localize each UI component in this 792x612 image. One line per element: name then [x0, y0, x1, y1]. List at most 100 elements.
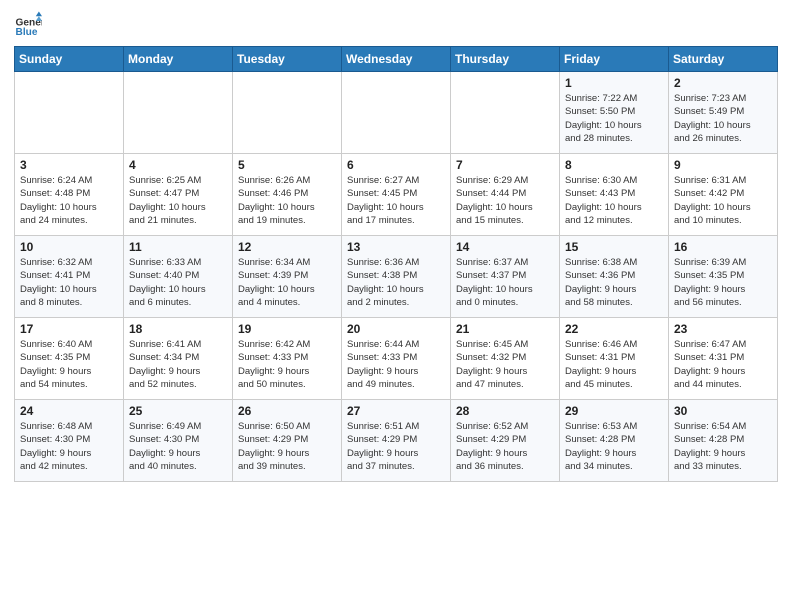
- day-info: Sunrise: 6:50 AM Sunset: 4:29 PM Dayligh…: [238, 420, 337, 473]
- day-cell: [15, 72, 124, 154]
- day-number: 23: [674, 322, 773, 336]
- day-info: Sunrise: 6:46 AM Sunset: 4:31 PM Dayligh…: [565, 338, 664, 391]
- svg-text:Blue: Blue: [16, 27, 38, 38]
- day-info: Sunrise: 7:22 AM Sunset: 5:50 PM Dayligh…: [565, 92, 664, 145]
- day-number: 28: [456, 404, 555, 418]
- day-info: Sunrise: 6:42 AM Sunset: 4:33 PM Dayligh…: [238, 338, 337, 391]
- day-cell: 5 Sunrise: 6:26 AM Sunset: 4:46 PM Daylig…: [233, 154, 342, 236]
- col-header-monday: Monday: [124, 47, 233, 72]
- day-cell: 23 Sunrise: 6:47 AM Sunset: 4:31 PM Dayli…: [669, 318, 778, 400]
- day-cell: 25 Sunrise: 6:49 AM Sunset: 4:30 PM Dayli…: [124, 400, 233, 482]
- day-number: 12: [238, 240, 337, 254]
- day-info: Sunrise: 6:52 AM Sunset: 4:29 PM Dayligh…: [456, 420, 555, 473]
- page: General Blue SundayMondayTuesdayWednesda…: [0, 0, 792, 612]
- day-info: Sunrise: 6:25 AM Sunset: 4:47 PM Dayligh…: [129, 174, 228, 227]
- header-row: SundayMondayTuesdayWednesdayThursdayFrid…: [15, 47, 778, 72]
- col-header-thursday: Thursday: [451, 47, 560, 72]
- day-info: Sunrise: 6:39 AM Sunset: 4:35 PM Dayligh…: [674, 256, 773, 309]
- day-number: 19: [238, 322, 337, 336]
- logo-icon: General Blue: [14, 10, 42, 38]
- day-cell: 10Sunrise: 6:32 AM Sunset: 4:41 PM Dayli…: [15, 236, 124, 318]
- col-header-friday: Friday: [560, 47, 669, 72]
- day-info: Sunrise: 6:38 AM Sunset: 4:36 PM Dayligh…: [565, 256, 664, 309]
- day-cell: 19 Sunrise: 6:42 AM Sunset: 4:33 PM Dayli…: [233, 318, 342, 400]
- col-header-saturday: Saturday: [669, 47, 778, 72]
- day-info: Sunrise: 6:30 AM Sunset: 4:43 PM Dayligh…: [565, 174, 664, 227]
- day-info: Sunrise: 6:40 AM Sunset: 4:35 PM Dayligh…: [20, 338, 119, 391]
- day-cell: 16 Sunrise: 6:39 AM Sunset: 4:35 PM Dayli…: [669, 236, 778, 318]
- day-number: 18: [129, 322, 228, 336]
- day-number: 1: [565, 76, 664, 90]
- day-number: 3: [20, 158, 119, 172]
- calendar-table: SundayMondayTuesdayWednesdayThursdayFrid…: [14, 46, 778, 482]
- day-number: 25: [129, 404, 228, 418]
- day-info: Sunrise: 6:36 AM Sunset: 4:38 PM Dayligh…: [347, 256, 446, 309]
- day-number: 14: [456, 240, 555, 254]
- day-number: 24: [20, 404, 119, 418]
- day-info: Sunrise: 6:53 AM Sunset: 4:28 PM Dayligh…: [565, 420, 664, 473]
- col-header-sunday: Sunday: [15, 47, 124, 72]
- day-cell: 8 Sunrise: 6:30 AM Sunset: 4:43 PM Daylig…: [560, 154, 669, 236]
- day-cell: 2Sunrise: 7:23 AM Sunset: 5:49 PM Daylig…: [669, 72, 778, 154]
- day-info: Sunrise: 6:32 AM Sunset: 4:41 PM Dayligh…: [20, 256, 119, 309]
- day-number: 5: [238, 158, 337, 172]
- day-info: Sunrise: 6:37 AM Sunset: 4:37 PM Dayligh…: [456, 256, 555, 309]
- day-number: 8: [565, 158, 664, 172]
- day-info: Sunrise: 6:26 AM Sunset: 4:46 PM Dayligh…: [238, 174, 337, 227]
- day-cell: 18 Sunrise: 6:41 AM Sunset: 4:34 PM Dayli…: [124, 318, 233, 400]
- day-number: 7: [456, 158, 555, 172]
- day-number: 27: [347, 404, 446, 418]
- day-info: Sunrise: 6:49 AM Sunset: 4:30 PM Dayligh…: [129, 420, 228, 473]
- week-row-5: 24 Sunrise: 6:48 AM Sunset: 4:30 PM Dayli…: [15, 400, 778, 482]
- day-info: Sunrise: 6:51 AM Sunset: 4:29 PM Dayligh…: [347, 420, 446, 473]
- day-cell: 22 Sunrise: 6:46 AM Sunset: 4:31 PM Dayli…: [560, 318, 669, 400]
- day-info: Sunrise: 6:47 AM Sunset: 4:31 PM Dayligh…: [674, 338, 773, 391]
- week-row-1: 1 Sunrise: 7:22 AM Sunset: 5:50 PM Daylig…: [15, 72, 778, 154]
- day-info: Sunrise: 6:41 AM Sunset: 4:34 PM Dayligh…: [129, 338, 228, 391]
- day-number: 26: [238, 404, 337, 418]
- day-cell: [233, 72, 342, 154]
- week-row-4: 17 Sunrise: 6:40 AM Sunset: 4:35 PM Dayli…: [15, 318, 778, 400]
- day-cell: [342, 72, 451, 154]
- day-cell: 24 Sunrise: 6:48 AM Sunset: 4:30 PM Dayli…: [15, 400, 124, 482]
- day-cell: 15 Sunrise: 6:38 AM Sunset: 4:36 PM Dayli…: [560, 236, 669, 318]
- day-number: 6: [347, 158, 446, 172]
- day-cell: 14 Sunrise: 6:37 AM Sunset: 4:37 PM Dayli…: [451, 236, 560, 318]
- day-number: 17: [20, 322, 119, 336]
- day-cell: 27 Sunrise: 6:51 AM Sunset: 4:29 PM Dayli…: [342, 400, 451, 482]
- day-cell: 1 Sunrise: 7:22 AM Sunset: 5:50 PM Daylig…: [560, 72, 669, 154]
- day-cell: 12 Sunrise: 6:34 AM Sunset: 4:39 PM Dayli…: [233, 236, 342, 318]
- day-info: Sunrise: 6:34 AM Sunset: 4:39 PM Dayligh…: [238, 256, 337, 309]
- day-cell: 21Sunrise: 6:45 AM Sunset: 4:32 PM Dayli…: [451, 318, 560, 400]
- day-number: 21: [456, 322, 555, 336]
- week-row-3: 10Sunrise: 6:32 AM Sunset: 4:41 PM Dayli…: [15, 236, 778, 318]
- day-cell: 9 Sunrise: 6:31 AM Sunset: 4:42 PM Daylig…: [669, 154, 778, 236]
- logo: General Blue: [14, 10, 46, 38]
- day-number: 16: [674, 240, 773, 254]
- day-cell: 17 Sunrise: 6:40 AM Sunset: 4:35 PM Dayli…: [15, 318, 124, 400]
- day-cell: 30Sunrise: 6:54 AM Sunset: 4:28 PM Dayli…: [669, 400, 778, 482]
- day-cell: 13Sunrise: 6:36 AM Sunset: 4:38 PM Dayli…: [342, 236, 451, 318]
- day-cell: 6 Sunrise: 6:27 AM Sunset: 4:45 PM Daylig…: [342, 154, 451, 236]
- day-info: Sunrise: 6:29 AM Sunset: 4:44 PM Dayligh…: [456, 174, 555, 227]
- day-number: 4: [129, 158, 228, 172]
- day-cell: 26 Sunrise: 6:50 AM Sunset: 4:29 PM Dayli…: [233, 400, 342, 482]
- day-cell: 28 Sunrise: 6:52 AM Sunset: 4:29 PM Dayli…: [451, 400, 560, 482]
- day-cell: [451, 72, 560, 154]
- day-number: 22: [565, 322, 664, 336]
- day-cell: [124, 72, 233, 154]
- day-info: Sunrise: 6:27 AM Sunset: 4:45 PM Dayligh…: [347, 174, 446, 227]
- day-cell: 3Sunrise: 6:24 AM Sunset: 4:48 PM Daylig…: [15, 154, 124, 236]
- day-info: Sunrise: 6:48 AM Sunset: 4:30 PM Dayligh…: [20, 420, 119, 473]
- day-number: 15: [565, 240, 664, 254]
- day-number: 2: [674, 76, 773, 90]
- col-header-wednesday: Wednesday: [342, 47, 451, 72]
- day-number: 9: [674, 158, 773, 172]
- day-number: 11: [129, 240, 228, 254]
- week-row-2: 3Sunrise: 6:24 AM Sunset: 4:48 PM Daylig…: [15, 154, 778, 236]
- day-cell: 20Sunrise: 6:44 AM Sunset: 4:33 PM Dayli…: [342, 318, 451, 400]
- header: General Blue: [14, 10, 778, 38]
- day-number: 20: [347, 322, 446, 336]
- day-info: Sunrise: 6:31 AM Sunset: 4:42 PM Dayligh…: [674, 174, 773, 227]
- day-info: Sunrise: 6:33 AM Sunset: 4:40 PM Dayligh…: [129, 256, 228, 309]
